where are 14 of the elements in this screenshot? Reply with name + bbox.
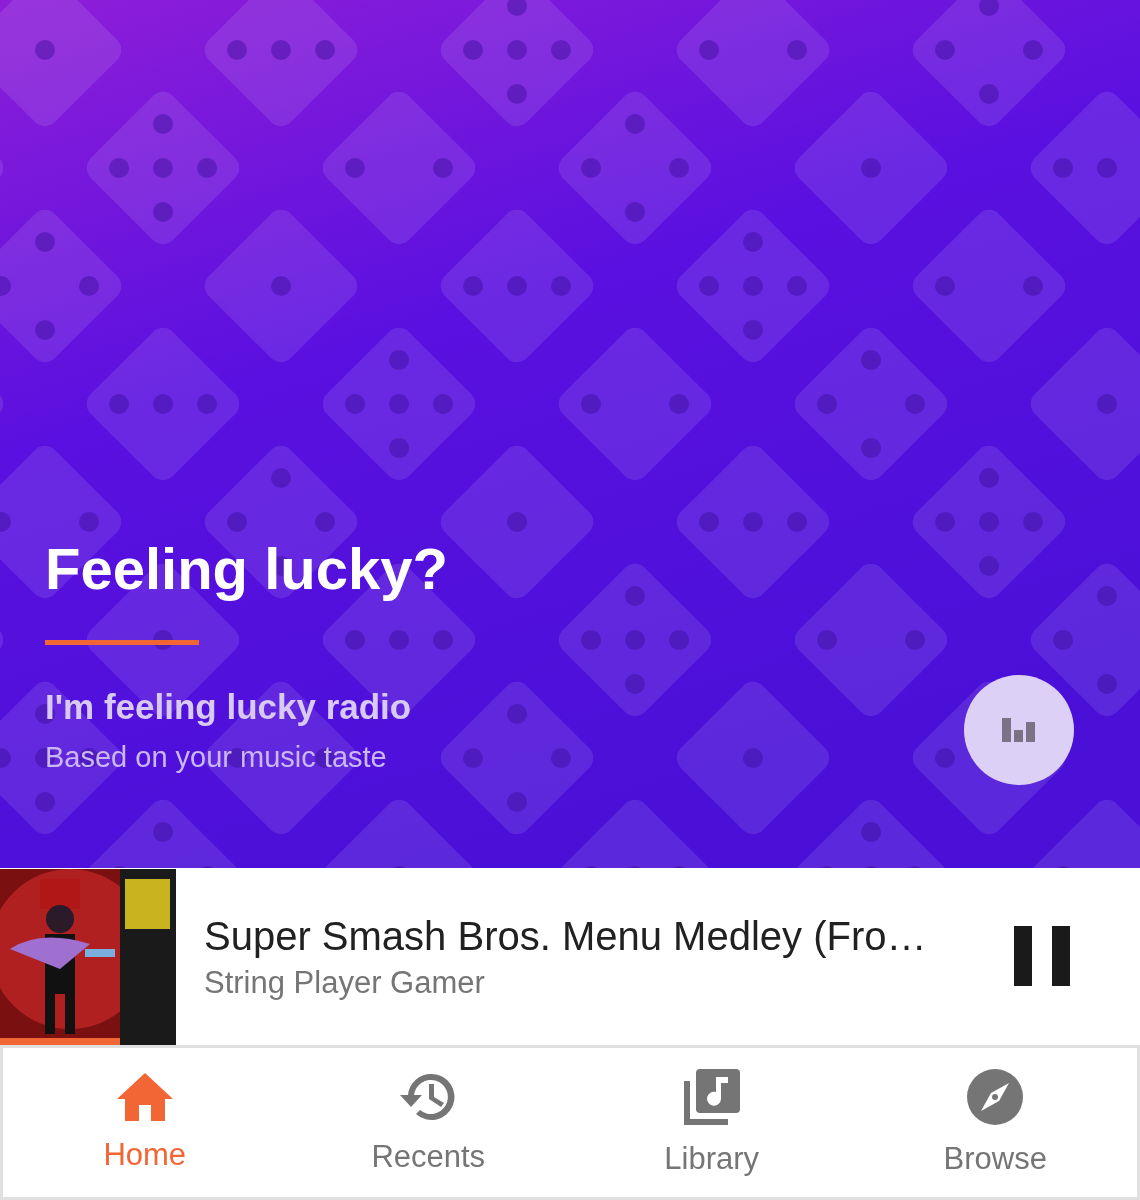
track-artist: String Player Gamer	[204, 964, 486, 1001]
station-subtitle: Based on your music taste	[45, 740, 388, 774]
pause-button[interactable]	[1014, 925, 1070, 989]
nav-tab[interactable]: Browse	[853, 1048, 1137, 1197]
nav-tab[interactable]: Recents	[286, 1048, 570, 1197]
music-library-icon	[683, 1068, 740, 1125]
home-icon	[116, 1072, 173, 1121]
compass-icon	[967, 1068, 1024, 1125]
nav-tab[interactable]: Home	[3, 1048, 287, 1197]
track-title: Super Smash Bros. Menu Medley (Fro…	[204, 913, 928, 959]
equalizer-icon	[1002, 718, 1036, 742]
station-title[interactable]: I'm feeling lucky radio	[45, 686, 412, 727]
nav-tab[interactable]: Library	[570, 1048, 854, 1197]
hero-title: Feeling lucky?	[45, 535, 449, 602]
